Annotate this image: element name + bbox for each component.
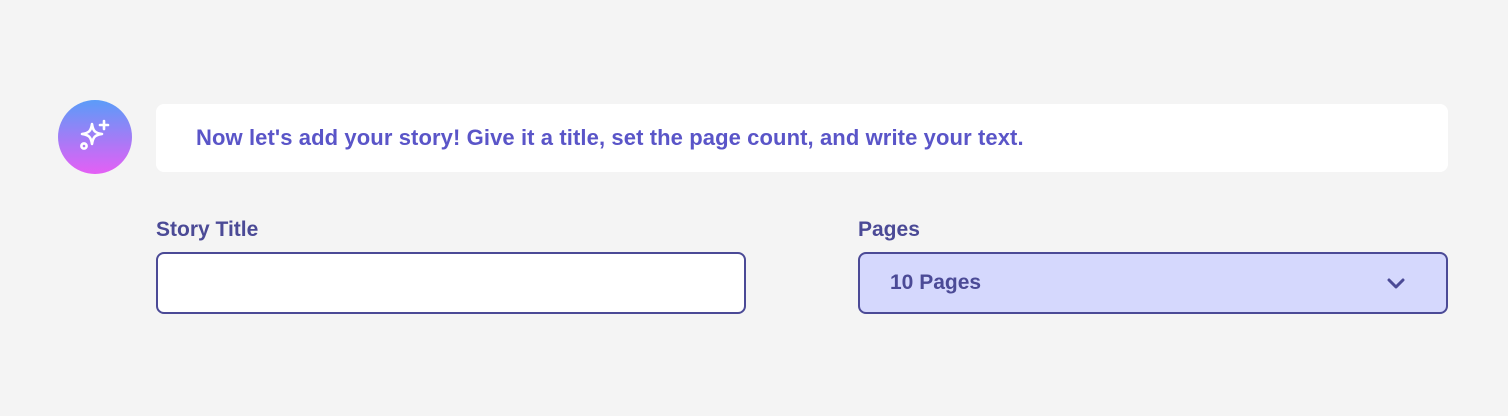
assistant-avatar: [58, 100, 132, 174]
chevron-down-icon: [1387, 278, 1405, 289]
assistant-message-text: Now let's add your story! Give it a titl…: [196, 125, 1024, 150]
pages-label: Pages: [858, 218, 920, 241]
pages-selected-value: 10 Pages: [890, 271, 982, 294]
sparkles-icon: [80, 119, 110, 150]
pages-select[interactable]: 10 Pages: [858, 252, 1448, 314]
story-title-label: Story Title: [156, 218, 259, 241]
assistant-message-bubble: Now let's add your story! Give it a titl…: [156, 104, 1448, 172]
story-title-input[interactable]: [156, 252, 746, 314]
